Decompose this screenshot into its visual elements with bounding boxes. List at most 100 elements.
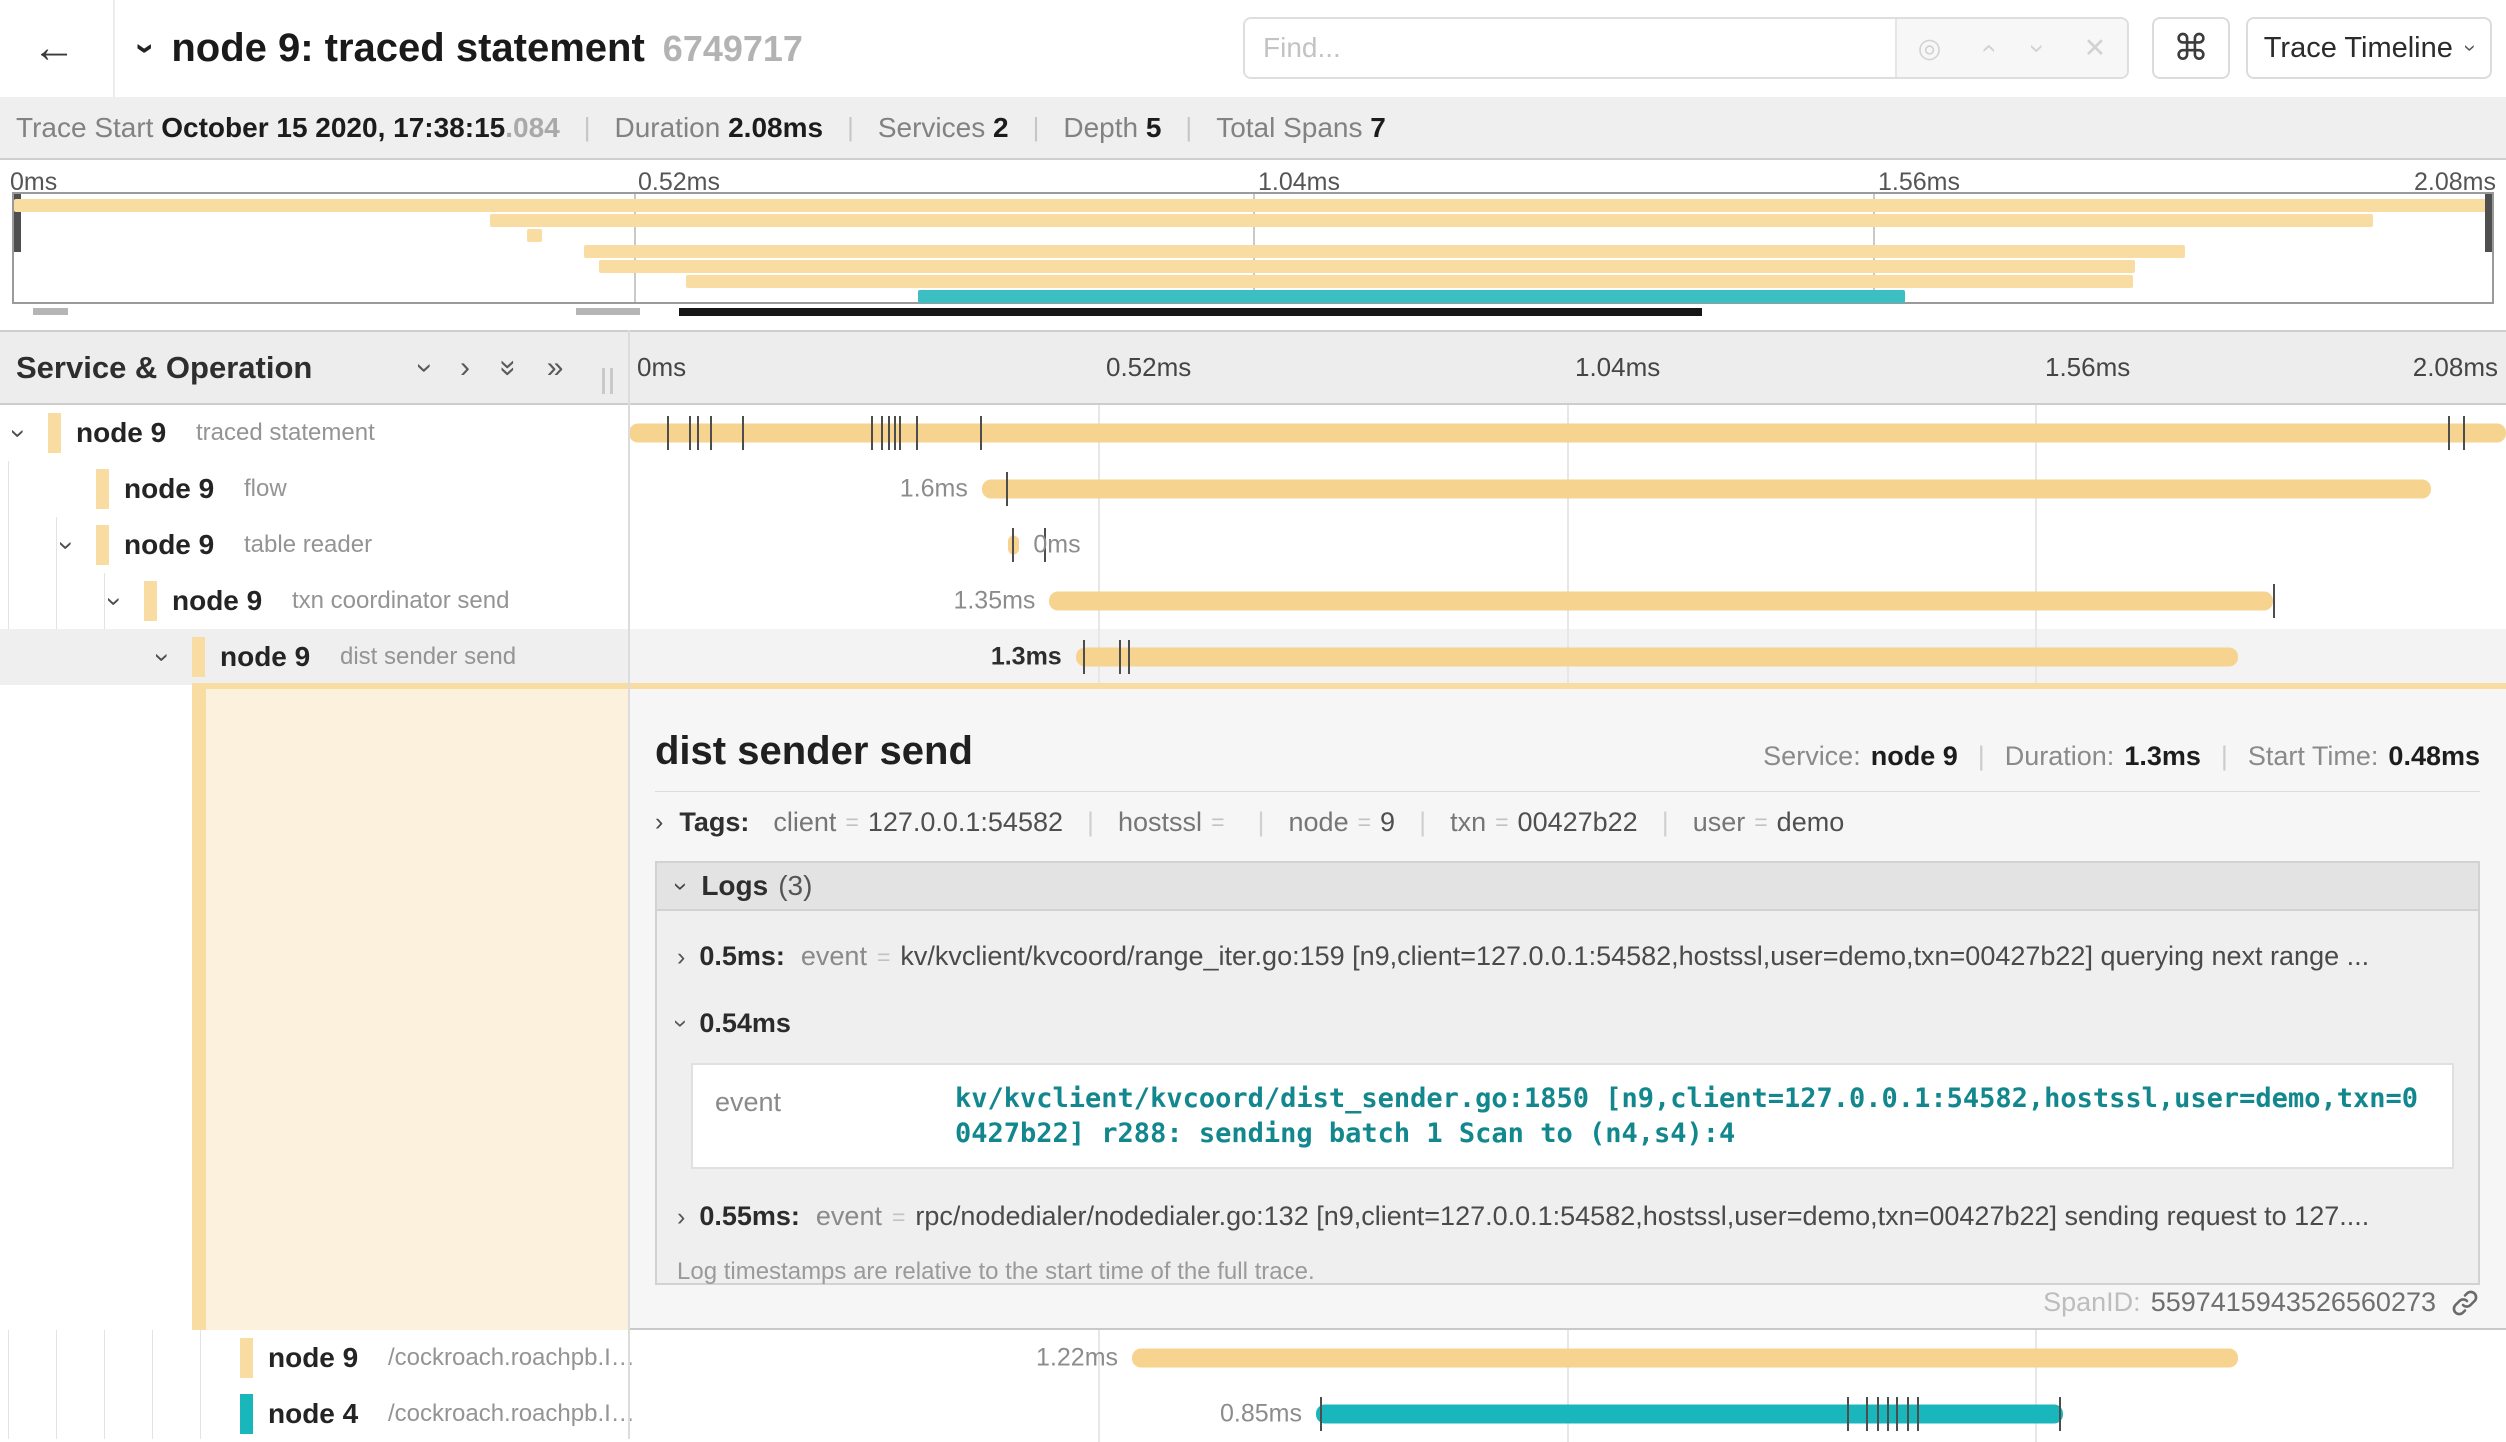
span-event-tick [1320,1397,1322,1431]
span-row[interactable]: node 9 flow 1.6ms [0,461,2506,517]
span-event-tick [667,416,669,450]
back-button[interactable]: ← [18,16,90,80]
find-next-icon[interactable]: › [2022,44,2053,53]
collapse-logs-icon[interactable]: › [667,882,696,890]
minimap-canvas[interactable] [12,192,2494,304]
span-bar-cell[interactable] [629,405,2506,461]
expand-one-icon[interactable]: » [547,351,564,385]
span-detail-meta: Service:node 9 | Duration:1.3ms | Start … [1763,741,2480,772]
service-color-swatch [96,469,109,509]
trace-start: Trace Start October 15 2020, 17:38:15.08… [16,112,560,144]
span-event-tick [1119,640,1121,674]
span-tree-cell[interactable]: › node 9 traced statement [0,405,628,461]
logs-body: › 0.5ms: event = kv/kvclient/kvcoord/ran… [657,911,2478,1286]
expand-log-icon[interactable]: › [677,943,685,972]
span-event-tick [980,416,982,450]
collapse-one-icon[interactable]: › [460,351,470,385]
service-color-swatch [192,637,205,677]
span-bar-cell[interactable]: 1.22ms [629,1330,2506,1386]
horizontal-scrollbar[interactable] [679,308,1702,316]
find-locate-icon[interactable]: ◎ [1918,33,1942,64]
find-input[interactable] [1245,19,1895,77]
span-event-tick [881,416,883,450]
span-tree-cell[interactable]: › node 9 dist sender send [0,629,628,685]
tags-row[interactable]: › Tags: client=127.0.0.1:54582 | hostssl… [655,807,1844,838]
service-color-swatch [240,1394,253,1434]
log-field-value: kv/kvclient/kvcoord/dist_sender.go:1850 … [955,1081,2430,1151]
minimap-span-bar [490,214,2373,227]
span-duration-bar[interactable] [1076,648,2238,667]
span-duration-bar[interactable] [629,424,2506,443]
span-id-row: SpanID: 5597415943526560273 [2043,1287,2480,1318]
collapse-all-icon[interactable]: › [408,363,442,373]
span-rows: › node 9 traced statement node 9 flow 1.… [0,405,2506,1439]
span-bar-cell[interactable]: 1.6ms [629,461,2506,517]
span-event-tick [888,416,890,450]
minimap-handle[interactable] [33,308,68,315]
span-tree-cell[interactable]: › node 9 table reader [0,517,628,573]
service-name: node 9 [124,473,214,505]
collapse-span-icon[interactable]: › [147,653,178,662]
expand-tags-icon[interactable]: › [655,808,663,837]
span-row[interactable]: node 9 /cockroach.roachpb.I… 1.22ms [0,1330,2506,1386]
expand-all-icon[interactable]: » [491,359,525,376]
find-prev-icon[interactable]: › [1972,44,2003,53]
tags-label: Tags: [679,807,749,838]
span-tree-cell[interactable]: › node 9 txn coordinator send [0,573,628,629]
span-event-tick [1128,640,1130,674]
span-event-tick [1866,1397,1868,1431]
span-duration-bar[interactable] [982,480,2431,499]
span-duration-bar[interactable] [1316,1405,2063,1424]
view-selector-button[interactable]: Trace Timeline › [2246,17,2492,79]
column-resize-grip[interactable] [602,368,620,394]
span-tree-cell[interactable]: node 4 /cockroach.roachpb.I… [0,1386,628,1442]
collapse-span-icon[interactable]: › [3,429,34,438]
log-entry[interactable]: › 0.5ms: event = kv/kvclient/kvcoord/ran… [677,941,2454,972]
span-row-selected[interactable]: › node 9 dist sender send 1.3ms [0,629,2506,685]
span-bar-cell[interactable]: 1.35ms [629,573,2506,629]
span-row[interactable]: › node 9 txn coordinator send 1.35ms [0,573,2506,629]
span-row[interactable]: › node 9 table reader 0ms [0,517,2506,573]
tree-timeline-divider[interactable] [628,330,630,1439]
page-header: ← › node 9: traced statement 6749717 ◎ ›… [0,0,2506,97]
service-color-swatch [240,1338,253,1378]
collapse-log-icon[interactable]: › [667,1019,696,1027]
logs-header[interactable]: › Logs (3) [657,863,2478,911]
collapse-span-icon[interactable]: › [99,597,130,606]
span-duration-label: 1.35ms [953,587,1049,616]
duration-label: Duration: [2005,741,2115,772]
minimap-handle[interactable] [576,308,640,315]
span-duration-label: 1.22ms [1036,1344,1132,1373]
deep-link-icon[interactable] [2450,1288,2480,1318]
find-clear-icon[interactable]: ✕ [2084,33,2107,64]
span-bar-cell[interactable]: 0.85ms [629,1386,2506,1442]
span-bar-cell[interactable]: 0ms [629,517,2506,573]
span-event-tick [697,416,699,450]
service-name: node 9 [124,529,214,561]
log-entry-expanded[interactable]: › 0.54ms [677,1008,2454,1039]
separator: | [1185,112,1192,143]
minimap-span-bar [14,199,2492,212]
operation-name: dist sender send [340,643,516,671]
span-duration-bar[interactable] [1132,1349,2238,1368]
collapse-span-icon[interactable]: › [51,541,82,550]
service-name: node 4 [268,1398,358,1430]
trace-title: node 9: traced statement [171,26,644,71]
collapse-trace-icon[interactable]: › [126,43,165,54]
log-entry[interactable]: › 0.55ms: event = rpc/nodedialer/nodedia… [677,1201,2454,1232]
expand-log-icon[interactable]: › [677,1203,685,1232]
logs-section: › Logs (3) › 0.5ms: event = kv/kvclient/… [655,861,2480,1285]
span-bar-cell[interactable]: 1.3ms [629,629,2506,685]
span-duration-bar[interactable] [1049,592,2273,611]
log-field-name: event [715,1081,955,1151]
span-tree-cell[interactable]: node 9 flow [0,461,628,517]
span-row[interactable]: node 4 /cockroach.roachpb.I… 0.85ms [0,1386,2506,1442]
minimap-span-bar [527,229,542,242]
span-tree-cell[interactable]: node 9 /cockroach.roachpb.I… [0,1330,628,1386]
span-row[interactable]: › node 9 traced statement [0,405,2506,461]
keyboard-shortcuts-button[interactable]: ⌘ [2152,17,2230,79]
divider [655,791,2480,792]
operation-name: /cockroach.roachpb.I… [388,1400,635,1428]
minimap-span-bar [584,245,2185,258]
span-id-value: 5597415943526560273 [2151,1287,2436,1318]
